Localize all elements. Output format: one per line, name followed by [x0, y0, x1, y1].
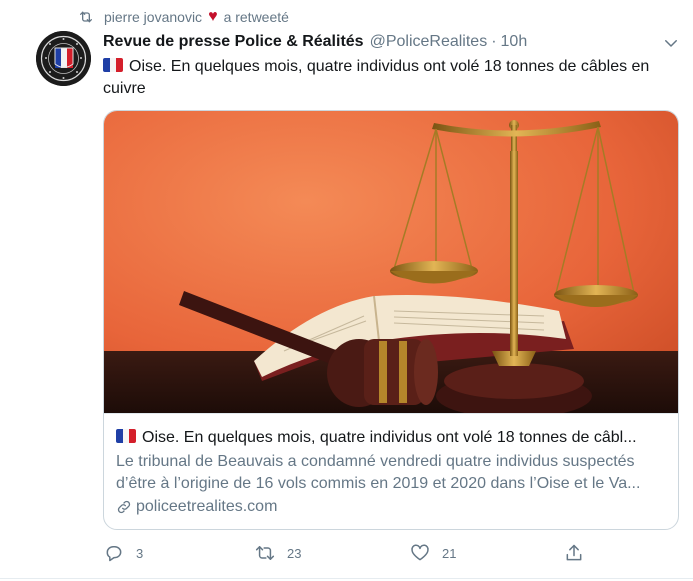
tweet-text: Oise. En quelques mois, quatre individus… [103, 56, 663, 100]
link-icon [117, 500, 131, 514]
reply-button[interactable]: 3 [104, 541, 143, 565]
retweet-label: a retweeté [223, 9, 289, 25]
retweet-icon [255, 546, 275, 560]
chevron-down-icon[interactable] [662, 34, 680, 52]
card-description-line-2: d’être à l’origine de 16 vols commis en … [116, 475, 641, 492]
tweet-header: Revue de presse Police & Réalités @Polic… [103, 31, 527, 53]
card-body: Oise. En quelques mois, quatre individus… [104, 413, 678, 529]
retweet-button[interactable]: 23 [255, 541, 301, 565]
retweet-count: 23 [287, 545, 302, 561]
retweeter-name[interactable]: pierre jovanovic [104, 9, 202, 25]
card-title: Oise. En quelques mois, quatre individus… [116, 428, 668, 448]
separator: · [491, 33, 497, 50]
card-domain: policeetrealites.com [116, 498, 668, 516]
heart-emoji-icon: ♥ [208, 8, 218, 25]
avatar[interactable] [36, 31, 91, 86]
like-button[interactable]: 21 [410, 541, 456, 565]
like-count: 21 [442, 545, 457, 561]
reply-count: 3 [136, 545, 144, 561]
card-description-line-1: Le tribunal de Beauvais a condamné vendr… [116, 453, 635, 470]
card-title-text: Oise. En quelques mois, quatre individus… [142, 429, 637, 446]
author-handle[interactable]: @PoliceRealites [370, 33, 488, 51]
card-domain-text: policeetrealites.com [136, 498, 278, 515]
share-button[interactable] [564, 541, 596, 565]
link-card[interactable]: Oise. En quelques mois, quatre individus… [103, 110, 679, 530]
tweet-body: Oise. En quelques mois, quatre individus… [103, 58, 650, 97]
divider [0, 578, 693, 579]
french-flag-icon [116, 429, 136, 443]
heart-icon [411, 544, 429, 561]
action-bar: 3 23 21 [0, 541, 693, 565]
author-name[interactable]: Revue de presse Police & Réalités [103, 33, 364, 51]
reply-icon [106, 546, 122, 562]
card-image-justice-scales [104, 111, 678, 413]
retweet-icon [80, 11, 92, 23]
retweet-context: pierre jovanovic ♥ a retweeté [78, 8, 289, 26]
french-flag-icon [103, 58, 123, 72]
tweet-time[interactable]: 10h [501, 33, 528, 51]
card-description: Le tribunal de Beauvais a condamné vendr… [116, 451, 668, 495]
share-icon [566, 544, 582, 561]
